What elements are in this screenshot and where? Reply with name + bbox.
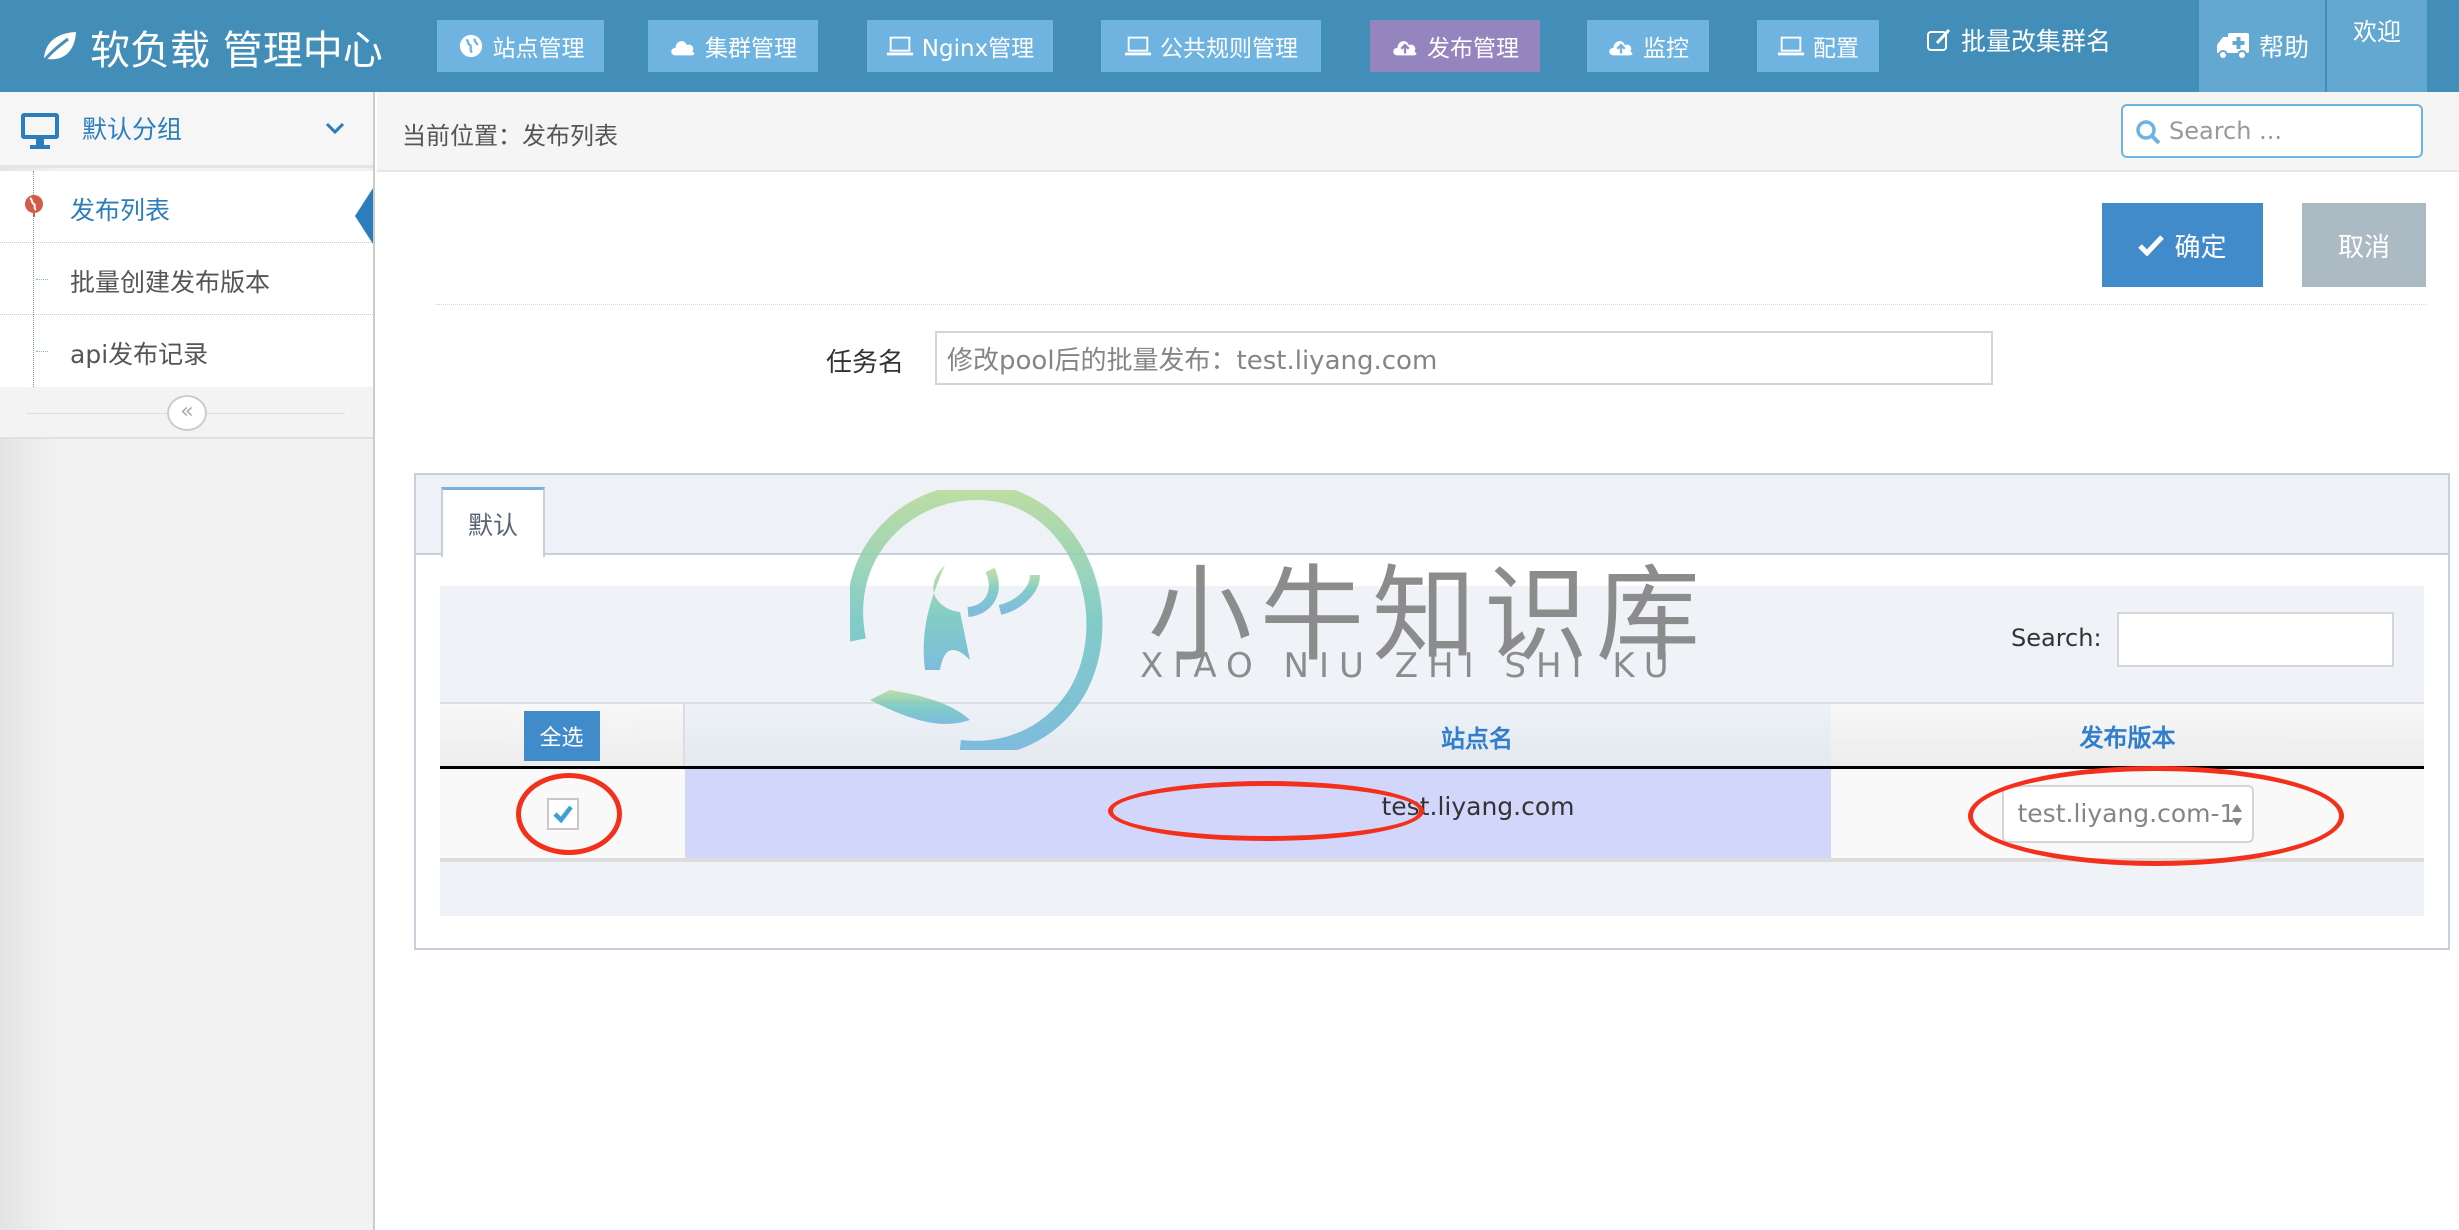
task-name-input[interactable] (935, 331, 1993, 385)
nav-public-rules-management[interactable]: 公共规则管理 (1101, 20, 1321, 72)
divider (436, 304, 2426, 305)
help-button[interactable]: 帮助 (2199, 0, 2325, 92)
sidebar-item-label: 批量创建发布版本 (70, 268, 271, 297)
nav-search (2121, 104, 2423, 158)
tab-default[interactable]: 默认 (441, 487, 545, 557)
sidebar-item-release-list[interactable]: 发布列表 (0, 171, 373, 243)
table-search-input[interactable] (2117, 612, 2394, 667)
nav-release-management[interactable]: 发布管理 (1370, 20, 1540, 72)
globe-icon (459, 34, 482, 58)
sidebar-item-batch-create-version[interactable]: 批量创建发布版本 (0, 243, 373, 315)
edit-icon (1927, 28, 1951, 51)
sidebar-group-label: 默认分组 (82, 115, 183, 144)
row-select-cell (440, 769, 685, 858)
ambulance-icon (2216, 33, 2249, 60)
watermark-subtitle: XIAO NIU ZHI SHI KU (1140, 646, 1679, 686)
row-checkbox[interactable] (546, 797, 579, 830)
nav-label: 监控 (1643, 36, 1689, 62)
column-label: 站点名 (1441, 724, 1513, 753)
check-icon (552, 805, 573, 823)
cloud-icon (671, 41, 695, 56)
confirm-button[interactable]: 确定 (2102, 203, 2263, 287)
nav-batch-rename-cluster[interactable]: 批量改集群名 (1925, 22, 2111, 58)
site-name: test.liyang.com (1381, 792, 1575, 821)
search-icon (2136, 120, 2161, 145)
welcome-label: 欢迎 (2353, 18, 2401, 46)
task-name-label: 任务名 (826, 348, 905, 378)
nav-label: 站点管理 (492, 36, 585, 62)
leaf-icon (40, 32, 76, 64)
nav-site-management[interactable]: 站点管理 (437, 20, 604, 72)
nav-label: 公共规则管理 (1160, 36, 1298, 62)
release-version-cell: test.liyang.com-1 (1831, 769, 2424, 858)
tree-connector (36, 351, 48, 352)
cloud-upload-icon (1609, 41, 1633, 56)
tree-connector (36, 279, 48, 280)
nav-nginx-management[interactable]: Nginx管理 (867, 20, 1053, 72)
brand-title: 软负载 管理中心 (90, 28, 383, 74)
laptop-icon (1124, 36, 1152, 56)
active-indicator (355, 188, 373, 244)
help-label: 帮助 (2258, 33, 2309, 62)
sidebar-collapse: « (0, 387, 373, 439)
sidebar-group-toggle[interactable]: 默认分组 (0, 92, 373, 168)
globe-icon (25, 195, 43, 217)
sidebar-item-label: api发布记录 (70, 340, 209, 369)
table-search-label: Search: (2011, 624, 2102, 652)
laptop-icon (1777, 36, 1805, 56)
user-welcome-menu[interactable]: 欢迎 (2327, 0, 2427, 92)
cloud-upload-icon (1393, 41, 1417, 56)
chevron-down-icon (325, 122, 345, 135)
release-version-select[interactable]: test.liyang.com-1 (2001, 784, 2254, 843)
confirm-label: 确定 (2174, 231, 2227, 262)
check-icon (2138, 235, 2165, 256)
column-header-select: 全选 (440, 704, 685, 768)
brand[interactable]: 软负载 管理中心 (38, 18, 383, 76)
sidebar-item-api-release-log[interactable]: api发布记录 (0, 315, 373, 387)
sidebar-item-label: 发布列表 (70, 196, 171, 225)
sidebar: 默认分组 发布列表 批量创建发布版本 api发布记录 « (0, 92, 375, 1230)
select-arrows-icon (2231, 803, 2242, 826)
column-header-release-version[interactable]: 发布版本 (1831, 704, 2424, 766)
nav-label: Nginx管理 (921, 36, 1035, 62)
release-version-value: test.liyang.com-1 (2017, 799, 2236, 828)
select-all-button[interactable]: 全选 (523, 711, 600, 761)
cancel-label: 取消 (2337, 231, 2390, 262)
nav-monitoring[interactable]: 监控 (1587, 20, 1709, 72)
nav-label: 集群管理 (705, 36, 797, 62)
sidebar-menu: 发布列表 批量创建发布版本 api发布记录 (0, 171, 373, 387)
nav-label: 发布管理 (1427, 36, 1519, 62)
column-label: 发布版本 (2079, 723, 2176, 752)
cancel-button[interactable]: 取消 (2302, 203, 2426, 287)
collapse-sidebar-button[interactable]: « (167, 395, 207, 431)
nav-search-input[interactable] (2169, 114, 2409, 148)
select-all-label: 全选 (539, 725, 584, 750)
nav-label: 批量改集群名 (1961, 27, 2112, 56)
breadcrumb: 当前位置：发布列表 (402, 122, 618, 150)
tab-label: 默认 (467, 510, 518, 540)
nav-label: 配置 (1813, 36, 1859, 62)
nav-cluster-management[interactable]: 集群管理 (648, 20, 818, 72)
top-navbar: 软负载 管理中心 站点管理 集群管理 Nginx管理 公共规则管理 发布管理 监… (0, 0, 2459, 92)
nav-configuration[interactable]: 配置 (1757, 20, 1879, 72)
double-chevron-left-icon: « (180, 399, 194, 424)
laptop-icon (886, 36, 913, 56)
desktop-icon (21, 113, 59, 149)
